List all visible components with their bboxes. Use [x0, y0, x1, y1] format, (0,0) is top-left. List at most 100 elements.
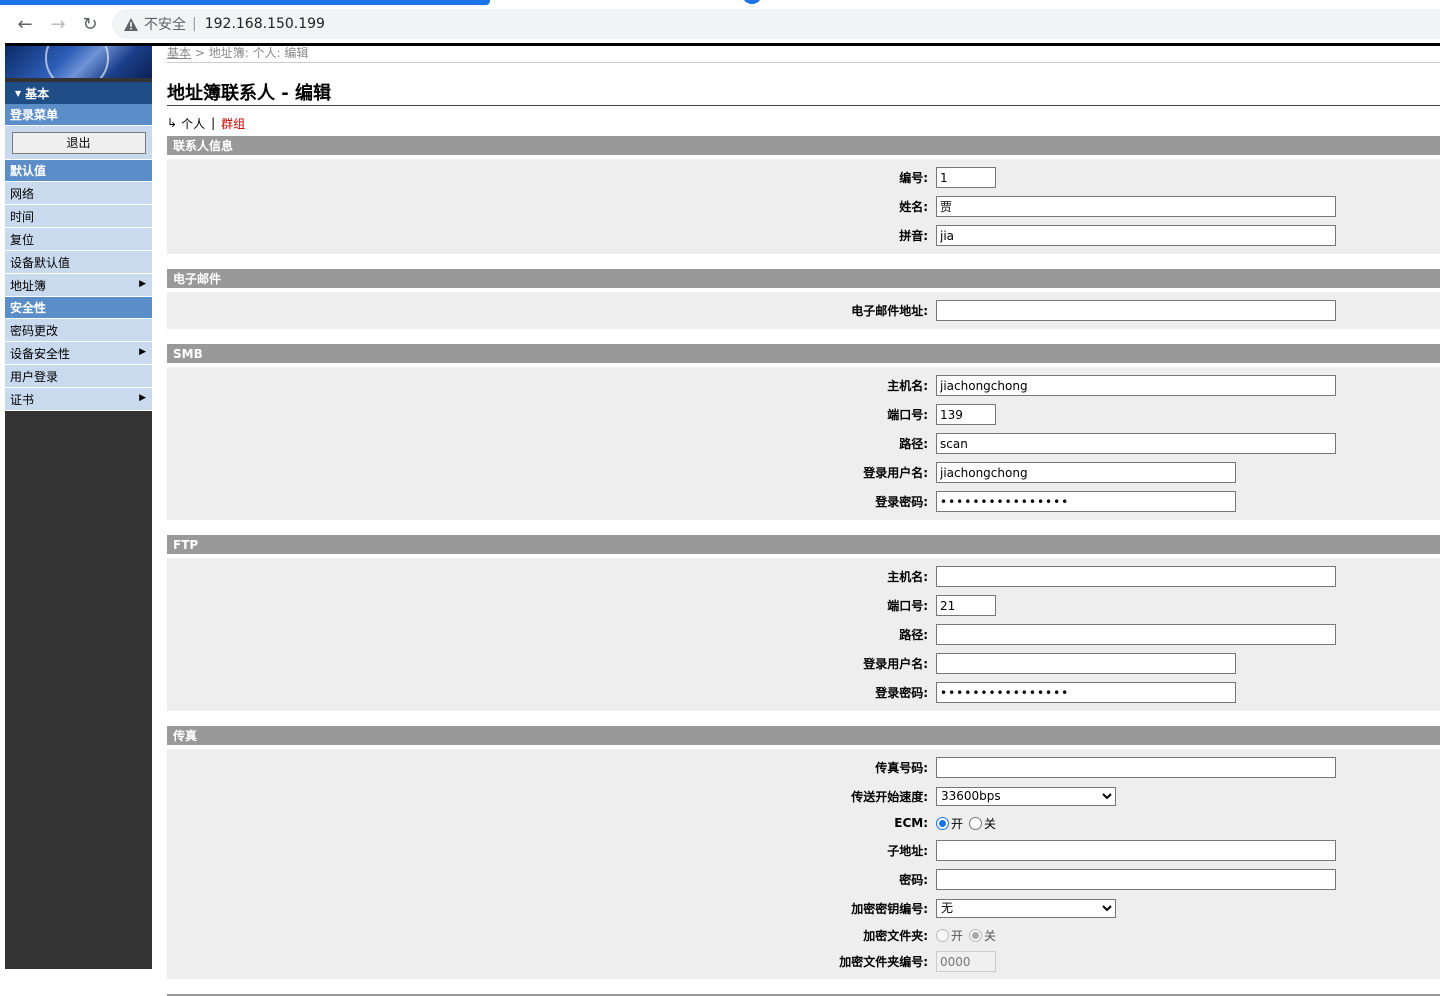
sidebar-item-label: 地址簿 — [10, 278, 47, 293]
smb-port-label: 端口号: — [887, 408, 928, 422]
radio-disabled-icon — [936, 928, 949, 942]
sidebar-item-label: 设备安全性 — [10, 346, 71, 361]
enc-key-select[interactable]: 无 — [936, 898, 1116, 918]
back-arrow-icon[interactable]: ← — [14, 13, 36, 35]
pinyin-input[interactable] — [936, 225, 1336, 246]
sidebar-item-label: 用户登录 — [10, 369, 59, 384]
pinyin-label: 拼音: — [899, 229, 928, 243]
fax-password-label: 密码: — [899, 873, 928, 887]
fax-password-input[interactable] — [936, 869, 1336, 890]
ftp-user-row: 登录用户名: — [167, 649, 1440, 678]
smb-host-input[interactable] — [936, 375, 1336, 396]
ftp-path-label: 路径: — [899, 628, 928, 642]
ecm-on-radio[interactable]: 开 — [936, 815, 963, 832]
number-input[interactable] — [936, 167, 996, 188]
section-email-title: 电子邮件 — [167, 269, 1440, 288]
address-divider: | — [192, 16, 197, 32]
sidebar-item-password-change[interactable]: 密码更改 — [5, 319, 152, 342]
ftp-host-input[interactable] — [936, 566, 1336, 587]
name-label: 姓名: — [899, 200, 928, 214]
smb-password-input[interactable] — [936, 491, 1236, 512]
fax-number-label: 传真号码: — [875, 761, 928, 775]
sidebar-item-reset[interactable]: 复位 — [5, 228, 152, 251]
fax-speed-row: 传送开始速度: 33600bps — [167, 782, 1440, 810]
section-fax-title: 传真 — [167, 726, 1440, 745]
ftp-host-label: 主机名: — [887, 570, 928, 584]
enc-folder-label: 加密文件夹: — [863, 928, 928, 943]
enc-folder-on-label: 开 — [951, 928, 964, 943]
section-smb: 主机名: 端口号: 路径: 登录用户名: 登录密码: — [167, 367, 1440, 520]
number-label: 编号: — [899, 171, 928, 185]
page-title: 地址簿联系人 - 编辑 — [167, 79, 1440, 106]
warning-triangle-icon — [124, 17, 138, 31]
smb-user-row: 登录用户名: — [167, 458, 1440, 487]
triangle-down-icon: ▼ — [15, 88, 22, 98]
smb-host-row: 主机名: — [167, 371, 1440, 400]
enc-folder-off-label: 关 — [984, 928, 997, 943]
smb-path-input[interactable] — [936, 433, 1336, 454]
security-status-label: 不安全 — [144, 17, 186, 33]
smb-password-row: 登录密码: — [167, 487, 1440, 516]
email-input[interactable] — [936, 300, 1336, 321]
sidebar-header[interactable]: ▼ 基本 — [5, 82, 152, 104]
fax-speed-select[interactable]: 33600bps — [936, 786, 1116, 806]
smb-port-input[interactable] — [936, 404, 996, 425]
ecm-off-radio[interactable]: 关 — [969, 815, 996, 832]
radio-unselected-icon — [969, 816, 983, 830]
loading-progress — [0, 0, 490, 5]
breadcrumb-root-link[interactable]: 基本 — [167, 46, 191, 60]
fax-speed-label: 传送开始速度: — [851, 789, 928, 804]
sidebar: ▼ 基本 登录菜单 退出 默认值 网络 时间 复位 设备默认值 地址簿 ▶ 安全性… — [5, 46, 152, 969]
ftp-path-input[interactable] — [936, 624, 1336, 645]
email-label: 电子邮件地址: — [851, 304, 928, 318]
radio-selected-icon — [936, 816, 949, 830]
radio-disabled-selected-icon — [969, 928, 983, 942]
sidebar-item-device-defaults[interactable]: 设备默认值 — [5, 251, 152, 274]
sidebar-item-network[interactable]: 网络 — [5, 182, 152, 205]
sidebar-item-certificate[interactable]: 证书 ▶ — [5, 388, 152, 411]
name-input[interactable] — [936, 196, 1336, 217]
browser-toolbar: ← → ↻ 不安全 | 192.168.150.199 — [0, 0, 1440, 44]
sidebar-header-label: 基本 — [25, 86, 50, 101]
sidebar-item-time[interactable]: 时间 — [5, 205, 152, 228]
email-row: 电子邮件地址: — [167, 296, 1440, 325]
smb-user-label: 登录用户名: — [863, 466, 928, 480]
triangle-right-icon: ▶ — [139, 393, 146, 403]
subtab-groups-link[interactable]: 群组 — [221, 115, 245, 132]
subaddr-label: 子地址: — [887, 844, 928, 858]
ftp-host-row: 主机名: — [167, 562, 1440, 591]
logout-button[interactable]: 退出 — [11, 131, 146, 154]
sidebar-item-label: 复位 — [10, 232, 35, 247]
smb-user-input[interactable] — [936, 462, 1236, 483]
ftp-password-row: 登录密码: — [167, 678, 1440, 707]
ftp-password-input[interactable] — [936, 682, 1236, 703]
ftp-port-row: 端口号: — [167, 591, 1440, 620]
enc-folder-num-row: 加密文件夹编号: — [167, 948, 1440, 975]
sidebar-item-label: 网络 — [10, 186, 35, 201]
address-bar[interactable]: 不安全 | 192.168.150.199 — [112, 9, 1440, 39]
sidebar-item-address-book[interactable]: 地址簿 ▶ — [5, 274, 152, 297]
pinyin-row: 拼音: — [167, 221, 1440, 250]
ftp-port-label: 端口号: — [887, 599, 928, 613]
smb-password-label: 登录密码: — [875, 495, 928, 509]
subaddr-row: 子地址: — [167, 836, 1440, 865]
sidebar-item-user-login[interactable]: 用户登录 — [5, 365, 152, 388]
smb-port-row: 端口号: — [167, 400, 1440, 429]
forward-arrow-icon[interactable]: → — [47, 13, 69, 35]
sidebar-item-label: 密码更改 — [10, 323, 59, 338]
url-text[interactable]: 192.168.150.199 — [205, 16, 325, 32]
subtabs: ↳ 个人 | 群组 — [167, 112, 1440, 134]
fax-number-input[interactable] — [936, 757, 1336, 778]
ecm-on-label: 开 — [951, 816, 964, 831]
ftp-port-input[interactable] — [936, 595, 996, 616]
main-content: 基本 > 地址簿: 个人: 编辑 地址簿联系人 - 编辑 ↳ 个人 | 群组 联… — [167, 43, 1440, 996]
smb-path-label: 路径: — [899, 437, 928, 451]
sidebar-item-device-security[interactable]: 设备安全性 ▶ — [5, 342, 152, 365]
reload-icon[interactable]: ↻ — [79, 13, 101, 35]
ecm-off-label: 关 — [984, 816, 997, 831]
subaddr-input[interactable] — [936, 840, 1336, 861]
smb-path-row: 路径: — [167, 429, 1440, 458]
ftp-user-input[interactable] — [936, 653, 1236, 674]
enc-folder-num-label: 加密文件夹编号: — [839, 955, 928, 969]
enc-key-row: 加密密钥编号: 无 — [167, 894, 1440, 922]
